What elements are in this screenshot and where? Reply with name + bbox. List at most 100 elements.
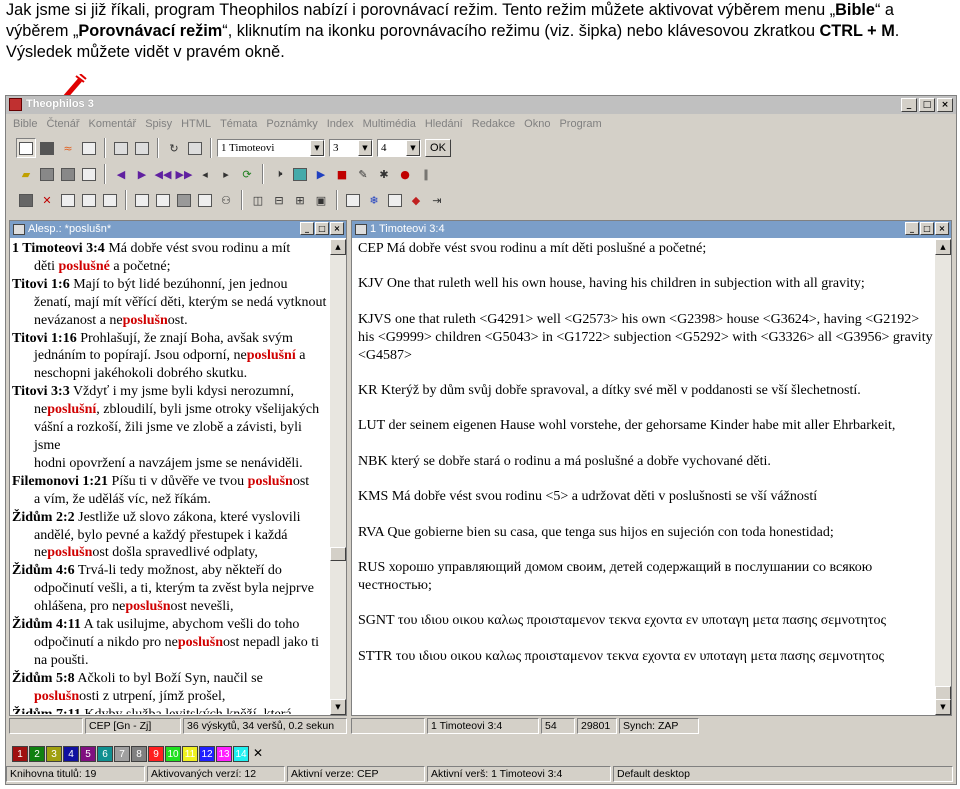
right-scrollbar[interactable]: ▲ ▼	[935, 239, 951, 715]
verse-reference[interactable]: Židům 4:11	[12, 617, 81, 632]
pane-maximize-button[interactable]: □	[315, 222, 329, 235]
close-icon[interactable]: ✕	[250, 746, 266, 762]
pane-close-button[interactable]: ×	[935, 222, 949, 235]
version-abbr[interactable]: CEP	[358, 241, 383, 256]
version-abbr[interactable]: RVA	[358, 525, 384, 540]
verse-reference[interactable]: Židům 4:6	[12, 563, 75, 578]
save-button[interactable]	[37, 164, 57, 184]
tree-button[interactable]	[153, 190, 173, 210]
version-verse[interactable]: NBK který se dobře stará o rodinu a má p…	[354, 453, 934, 471]
compare-mode-button[interactable]	[16, 138, 36, 158]
preview-button[interactable]	[132, 138, 152, 158]
search-result-line[interactable]: Židům 7:11 Kdyby služba levitských kněží…	[12, 706, 330, 714]
record-button[interactable]: ●	[395, 164, 415, 184]
verse-reference[interactable]: Filemonovi 1:21	[12, 474, 108, 489]
menu-index[interactable]: Index	[324, 115, 360, 133]
search-result-line[interactable]: ženatí, mají mít věřící děti, kterým se …	[12, 294, 330, 312]
save-as-button[interactable]	[58, 164, 78, 184]
scroll-down-icon[interactable]: ▼	[330, 699, 346, 715]
scroll-down-icon[interactable]: ▼	[935, 699, 951, 715]
version-abbr[interactable]: RUS	[358, 560, 385, 575]
close-button[interactable]: ×	[937, 98, 953, 112]
color-tab-2[interactable]: 2	[29, 746, 45, 762]
settings-button[interactable]: ✱	[374, 164, 394, 184]
color-tab-6[interactable]: 6	[97, 746, 113, 762]
search-result-line[interactable]: na poušti.	[12, 652, 330, 670]
scroll-up-icon[interactable]: ▲	[330, 239, 346, 255]
export-button[interactable]	[16, 190, 36, 210]
search-result-line[interactable]: Titovi 1:16 Prohlašují, že znají Boha, a…	[12, 330, 330, 348]
bookmark-button[interactable]	[185, 138, 205, 158]
next-chapter-button[interactable]: ▶▶	[174, 164, 194, 184]
version-verse[interactable]: KJV One that ruleth well his own house, …	[354, 275, 934, 293]
search-result-line[interactable]: andělé, bylo pevné a každý přestupek i k…	[12, 527, 330, 545]
version-verse[interactable]: RVA Que gobierne bien su casa, que tenga…	[354, 524, 934, 542]
chapter-select[interactable]: 3 ▼	[329, 139, 373, 157]
search-result-line[interactable]: neschopni jakéhokoli dobrého skutku.	[12, 365, 330, 383]
reader-button[interactable]	[37, 138, 57, 158]
attach-button[interactable]: ∥	[416, 164, 436, 184]
history-button[interactable]: ↻	[164, 138, 184, 158]
version-verse[interactable]: CEP Má dobře vést svou rodinu a mít děti…	[354, 240, 934, 258]
layout-vertical-button[interactable]: ◫	[248, 190, 268, 210]
search-doc-button[interactable]	[58, 190, 78, 210]
insert-button[interactable]	[195, 190, 215, 210]
verse-reference[interactable]: Titovi 3:3	[12, 384, 70, 399]
search-result-line[interactable]: Židům 2:2 Jestliže už slovo zákona, kter…	[12, 509, 330, 527]
menu-poznamky[interactable]: Poznámky	[263, 115, 323, 133]
sync-button[interactable]: ⟳	[237, 164, 257, 184]
menu-ctenar[interactable]: Čtenář	[43, 115, 85, 133]
pane-minimize-button[interactable]: _	[300, 222, 314, 235]
snowflake-button[interactable]: ❄	[364, 190, 384, 210]
next-verse-button[interactable]: ▶	[132, 164, 152, 184]
search-result-line[interactable]: Židům 4:6 Trvá-li tedy možnost, aby někt…	[12, 562, 330, 580]
color-tab-12[interactable]: 12	[199, 746, 215, 762]
book-select[interactable]: 1 Timoteovi ▼	[217, 139, 325, 157]
copy-window-button[interactable]	[79, 138, 99, 158]
menu-spisy[interactable]: Spisy	[142, 115, 178, 133]
layout-horizontal-button[interactable]: ⊟	[269, 190, 289, 210]
verse-reference[interactable]: Židům 2:2	[12, 510, 75, 525]
audio-button[interactable]: 🕨	[269, 164, 289, 184]
forward-button[interactable]: ▸	[216, 164, 236, 184]
version-abbr[interactable]: KR	[358, 383, 377, 398]
verse-reference[interactable]: Židům 7:11	[12, 707, 81, 714]
menu-okno[interactable]: Okno	[521, 115, 556, 133]
tag-button[interactable]	[100, 190, 120, 210]
image-button[interactable]	[290, 164, 310, 184]
paste-button[interactable]	[174, 190, 194, 210]
color-tab-3[interactable]: 3	[46, 746, 62, 762]
copy-button[interactable]	[132, 190, 152, 210]
color-tab-13[interactable]: 13	[216, 746, 232, 762]
version-verse[interactable]: KR Kterýž by dům svůj dobře spravoval, a…	[354, 382, 934, 400]
search-result-line[interactable]: ohlášena, pro neposlušnost nevešli,	[12, 598, 330, 616]
verse-select[interactable]: 4 ▼	[377, 139, 421, 157]
search-result-line[interactable]: Titovi 3:3 Vždyť i my jsme byli kdysi ne…	[12, 383, 330, 401]
menu-hledani[interactable]: Hledání	[422, 115, 469, 133]
version-verse[interactable]: KMS Má dobře vést svou rodinu <5> a udrž…	[354, 488, 934, 506]
prev-chapter-button[interactable]: ◀◀	[153, 164, 173, 184]
pane-minimize-button[interactable]: _	[905, 222, 919, 235]
eraser-button[interactable]: ◆	[406, 190, 426, 210]
search-result-line[interactable]: odpočinutí a nikdo pro neposlušnost nepa…	[12, 634, 330, 652]
properties-button[interactable]	[343, 190, 363, 210]
play-button[interactable]: ▶	[311, 164, 331, 184]
version-verse[interactable]: LUT der seinem eigenen Hause wohl vorste…	[354, 417, 934, 435]
search-result-line[interactable]: odpočinutí vešli, a ti, kterým ta zvěst …	[12, 580, 330, 598]
menu-html[interactable]: HTML	[178, 115, 217, 133]
version-abbr[interactable]: SGNT	[358, 613, 394, 628]
color-tab-8[interactable]: 8	[131, 746, 147, 762]
search-result-line[interactable]: Židům 4:11 A tak usilujme, abychom vešli…	[12, 616, 330, 634]
back-button[interactable]: ◂	[195, 164, 215, 184]
left-scrollbar[interactable]: ▲ ▼	[330, 239, 346, 715]
verse-reference[interactable]: Židům 5:8	[12, 671, 75, 686]
search-result-line[interactable]: hodni opovržení a navzájem jsme se nenáv…	[12, 455, 330, 473]
stop-button[interactable]: ■	[332, 164, 352, 184]
print-button[interactable]	[111, 138, 131, 158]
verse-reference[interactable]: Titovi 1:6	[12, 277, 70, 292]
search-result-line[interactable]: Filemonovi 1:21 Píšu ti v důvěře ve tvou…	[12, 473, 330, 491]
version-verse[interactable]: KJVS one that ruleth <G4291> well <G2573…	[354, 311, 934, 365]
search-result-line[interactable]: neposlušní, zbloudilí, byli jsme otroky …	[12, 401, 330, 419]
menu-multimedia[interactable]: Multimédia	[360, 115, 422, 133]
search-result-line[interactable]: děti poslušné a početné;	[12, 258, 330, 276]
